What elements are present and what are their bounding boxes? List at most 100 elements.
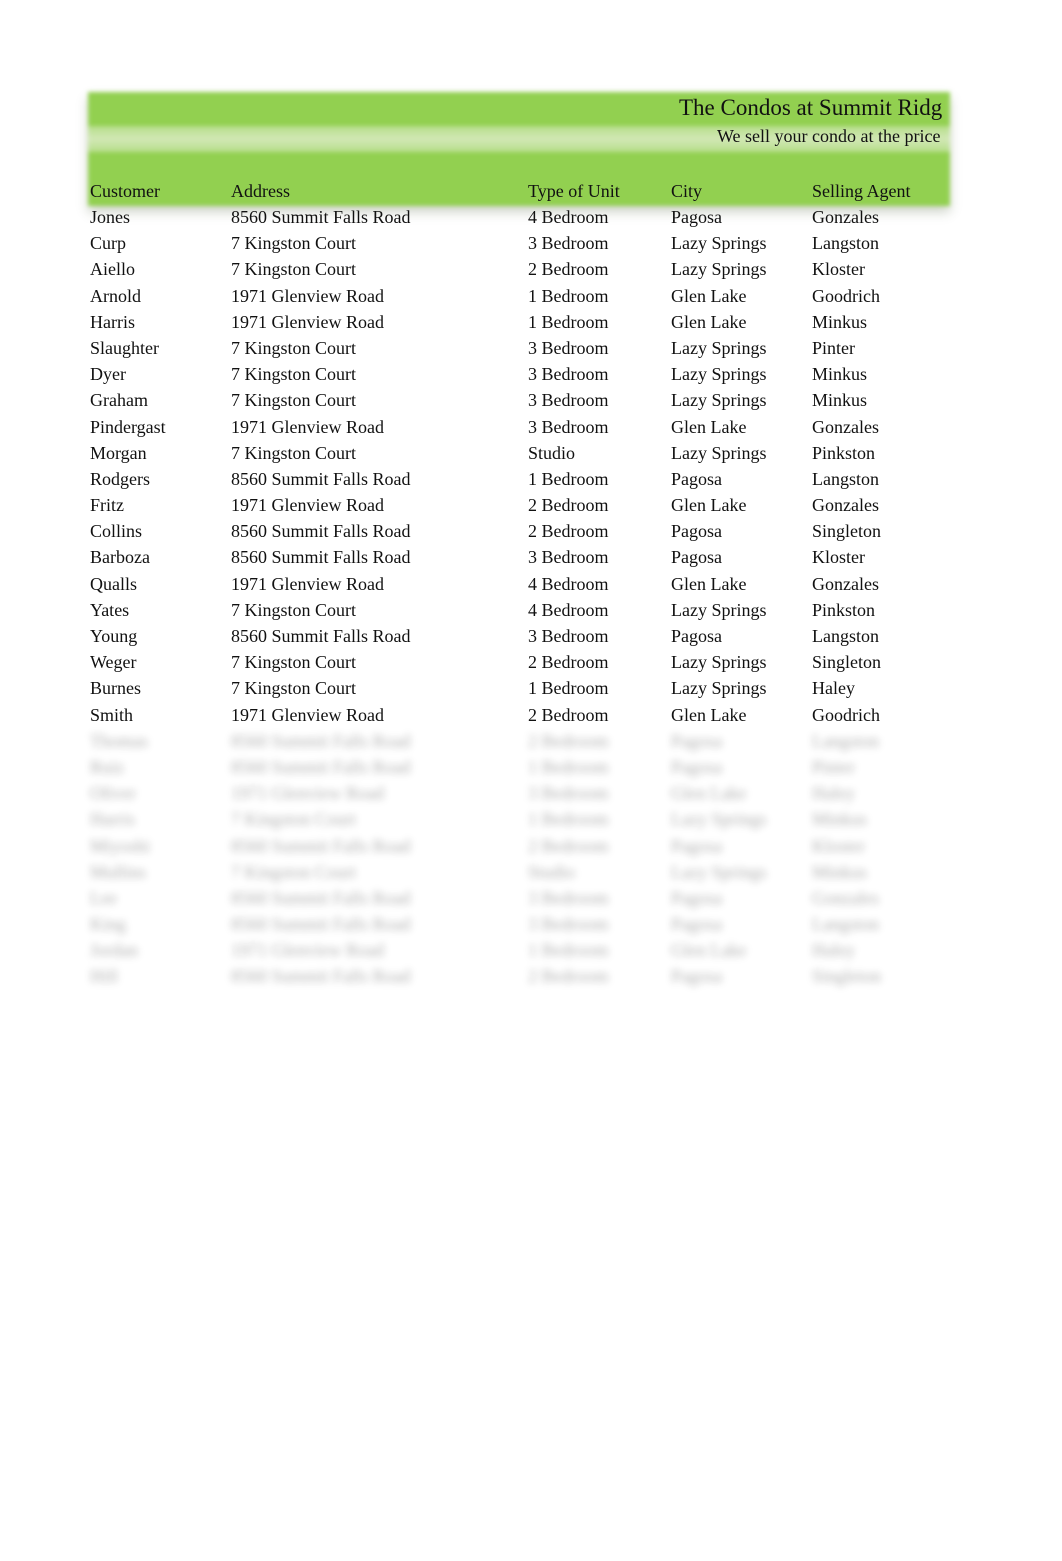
cell-address[interactable]: 7 Kingston Court xyxy=(231,859,356,885)
cell-type-of-unit[interactable]: 3 Bedroom xyxy=(528,335,609,361)
cell-customer[interactable]: Mullins xyxy=(90,859,146,885)
cell-selling-agent[interactable]: Pinkston xyxy=(812,597,875,623)
cell-customer[interactable]: Jones xyxy=(90,204,130,230)
column-header-address[interactable]: Address xyxy=(231,178,290,204)
cell-customer[interactable]: Weger xyxy=(90,649,137,675)
cell-type-of-unit[interactable]: 4 Bedroom xyxy=(528,597,609,623)
cell-type-of-unit[interactable]: Studio xyxy=(528,859,575,885)
cell-selling-agent[interactable]: Minkus xyxy=(812,309,867,335)
cell-selling-agent[interactable]: Haley xyxy=(812,675,855,701)
cell-address[interactable]: 7 Kingston Court xyxy=(231,387,356,413)
cell-customer[interactable]: Hill xyxy=(90,963,118,989)
cell-customer[interactable]: Rodgers xyxy=(90,466,150,492)
cell-selling-agent[interactable]: Pinter xyxy=(812,754,855,780)
column-header-city[interactable]: City xyxy=(671,178,702,204)
cell-selling-agent[interactable]: Singleton xyxy=(812,963,881,989)
cell-type-of-unit[interactable]: 3 Bedroom xyxy=(528,544,609,570)
cell-type-of-unit[interactable]: 2 Bedroom xyxy=(528,256,609,282)
cell-customer[interactable]: Curp xyxy=(90,230,126,256)
cell-selling-agent[interactable]: Kloster xyxy=(812,833,865,859)
cell-city[interactable]: Lazy Springs xyxy=(671,675,766,701)
cell-type-of-unit[interactable]: 2 Bedroom xyxy=(528,649,609,675)
cell-customer[interactable]: Lee xyxy=(90,885,117,911)
cell-city[interactable]: Glen Lake xyxy=(671,492,746,518)
cell-city[interactable]: Pagosa xyxy=(671,544,722,570)
cell-selling-agent[interactable]: Haley xyxy=(812,780,855,806)
cell-type-of-unit[interactable]: 4 Bedroom xyxy=(528,571,609,597)
cell-address[interactable]: 1971 Glenview Road xyxy=(231,309,384,335)
cell-address[interactable]: 8560 Summit Falls Road xyxy=(231,728,411,754)
cell-type-of-unit[interactable]: 2 Bedroom xyxy=(528,728,609,754)
cell-type-of-unit[interactable]: 3 Bedroom xyxy=(528,387,609,413)
cell-address[interactable]: 1971 Glenview Road xyxy=(231,780,384,806)
cell-city[interactable]: Pagosa xyxy=(671,911,722,937)
column-header-selling-agent[interactable]: Selling Agent xyxy=(812,178,911,204)
cell-selling-agent[interactable]: Goodrich xyxy=(812,702,880,728)
cell-selling-agent[interactable]: Minkus xyxy=(812,859,867,885)
cell-type-of-unit[interactable]: Studio xyxy=(528,440,575,466)
cell-selling-agent[interactable]: Haley xyxy=(812,937,855,963)
cell-city[interactable]: Lazy Springs xyxy=(671,597,766,623)
cell-address[interactable]: 8560 Summit Falls Road xyxy=(231,885,411,911)
cell-customer[interactable]: Smith xyxy=(90,702,133,728)
cell-address[interactable]: 7 Kingston Court xyxy=(231,256,356,282)
cell-customer[interactable]: Morgan xyxy=(90,440,147,466)
cell-selling-agent[interactable]: Gonzales xyxy=(812,414,879,440)
cell-type-of-unit[interactable]: 3 Bedroom xyxy=(528,780,609,806)
cell-address[interactable]: 7 Kingston Court xyxy=(231,440,356,466)
cell-customer[interactable]: Dyer xyxy=(90,361,126,387)
cell-selling-agent[interactable]: Langston xyxy=(812,623,879,649)
cell-type-of-unit[interactable]: 2 Bedroom xyxy=(528,492,609,518)
cell-address[interactable]: 1971 Glenview Road xyxy=(231,283,384,309)
cell-customer[interactable]: Burnes xyxy=(90,675,141,701)
cell-customer[interactable]: Jordan xyxy=(90,937,138,963)
cell-type-of-unit[interactable]: 2 Bedroom xyxy=(528,518,609,544)
cell-customer[interactable]: Young xyxy=(90,623,137,649)
cell-type-of-unit[interactable]: 3 Bedroom xyxy=(528,230,609,256)
cell-selling-agent[interactable]: Minkus xyxy=(812,806,867,832)
cell-selling-agent[interactable]: Singleton xyxy=(812,649,881,675)
cell-selling-agent[interactable]: Kloster xyxy=(812,544,865,570)
cell-customer[interactable]: Qualls xyxy=(90,571,137,597)
cell-customer[interactable]: Ruiz xyxy=(90,754,124,780)
cell-city[interactable]: Lazy Springs xyxy=(671,335,766,361)
cell-address[interactable]: 8560 Summit Falls Road xyxy=(231,754,411,780)
cell-selling-agent[interactable]: Minkus xyxy=(812,387,867,413)
cell-address[interactable]: 8560 Summit Falls Road xyxy=(231,911,411,937)
cell-address[interactable]: 7 Kingston Court xyxy=(231,649,356,675)
cell-city[interactable]: Glen Lake xyxy=(671,780,746,806)
cell-address[interactable]: 7 Kingston Court xyxy=(231,335,356,361)
cell-customer[interactable]: Miyoshi xyxy=(90,833,150,859)
cell-selling-agent[interactable]: Goodrich xyxy=(812,283,880,309)
cell-city[interactable]: Pagosa xyxy=(671,466,722,492)
cell-selling-agent[interactable]: Gonzales xyxy=(812,204,879,230)
cell-address[interactable]: 7 Kingston Court xyxy=(231,806,356,832)
cell-type-of-unit[interactable]: 3 Bedroom xyxy=(528,361,609,387)
cell-type-of-unit[interactable]: 3 Bedroom xyxy=(528,885,609,911)
cell-address[interactable]: 1971 Glenview Road xyxy=(231,492,384,518)
cell-selling-agent[interactable]: Gonzales xyxy=(812,571,879,597)
cell-address[interactable]: 8560 Summit Falls Road xyxy=(231,466,411,492)
cell-selling-agent[interactable]: Pinkston xyxy=(812,440,875,466)
cell-address[interactable]: 1971 Glenview Road xyxy=(231,414,384,440)
cell-address[interactable]: 8560 Summit Falls Road xyxy=(231,963,411,989)
cell-customer[interactable]: Fritz xyxy=(90,492,124,518)
cell-type-of-unit[interactable]: 1 Bedroom xyxy=(528,937,609,963)
cell-type-of-unit[interactable]: 1 Bedroom xyxy=(528,309,609,335)
cell-city[interactable]: Lazy Springs xyxy=(671,230,766,256)
cell-customer[interactable]: Collins xyxy=(90,518,142,544)
cell-type-of-unit[interactable]: 4 Bedroom xyxy=(528,204,609,230)
cell-type-of-unit[interactable]: 1 Bedroom xyxy=(528,754,609,780)
cell-customer[interactable]: Thomas xyxy=(90,728,148,754)
cell-type-of-unit[interactable]: 1 Bedroom xyxy=(528,283,609,309)
cell-address[interactable]: 7 Kingston Court xyxy=(231,675,356,701)
cell-city[interactable]: Lazy Springs xyxy=(671,256,766,282)
cell-address[interactable]: 7 Kingston Court xyxy=(231,230,356,256)
cell-city[interactable]: Glen Lake xyxy=(671,414,746,440)
cell-city[interactable]: Glen Lake xyxy=(671,702,746,728)
cell-city[interactable]: Pagosa xyxy=(671,518,722,544)
cell-city[interactable]: Pagosa xyxy=(671,963,722,989)
cell-address[interactable]: 1971 Glenview Road xyxy=(231,571,384,597)
cell-customer[interactable]: King xyxy=(90,911,126,937)
cell-selling-agent[interactable]: Minkus xyxy=(812,361,867,387)
